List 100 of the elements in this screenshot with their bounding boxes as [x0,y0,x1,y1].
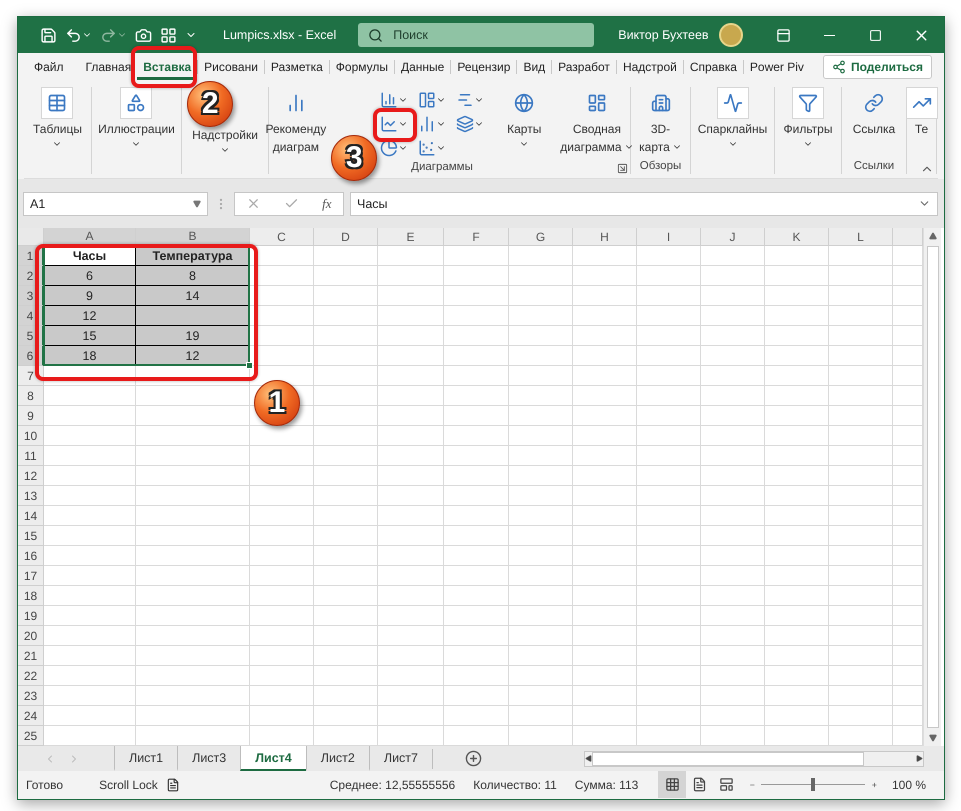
row-header[interactable]: 22 [18,666,44,686]
row-header[interactable]: 11 [18,446,44,466]
grid-icon [160,26,177,44]
status-count: Количество: 11 [473,778,557,792]
column-chart-icon [380,91,398,109]
ribbon-tab[interactable]: Power Piv [744,54,810,80]
search-field[interactable]: Поиск [358,23,594,47]
step-badge: 3 [331,135,378,181]
zoom-level[interactable]: 100 % [892,778,926,792]
ribbon-button[interactable]: Карты [496,87,552,149]
scrollbar-thumb[interactable] [592,752,864,766]
horizontal-scrollbar[interactable] [584,750,924,766]
callout-frame [373,108,418,142]
formula-field[interactable]: Часы [350,192,938,216]
filter-icon [798,93,818,113]
status-text: Scroll Lock [99,778,158,792]
ribbon-tab[interactable]: Данные [395,54,450,80]
zoom-thumb[interactable] [811,778,816,791]
column-header[interactable]: F [444,228,509,246]
plus-icon [464,750,482,767]
ribbon-tab[interactable]: Надстрой [616,54,683,80]
group-label: Обзоры [640,160,682,174]
table-cell: 8 [136,266,250,286]
right-arrow-icon [916,755,923,762]
ribbon-button[interactable]: Спарклайны [694,87,772,149]
table-cell: 19 [136,326,250,346]
row-header[interactable]: 9 [18,406,44,426]
row-header[interactable]: 20 [18,626,44,646]
ribbon-tab[interactable]: Разметка [264,54,329,80]
row-header[interactable]: 15 [18,526,44,546]
sheet-tab[interactable]: Лист4 [240,746,306,771]
layers-icon [456,115,474,133]
ribbon-tab[interactable]: Рисовани [198,54,264,80]
ribbon-button[interactable]: Иллюстрации [94,87,179,149]
panel-icon [776,28,790,42]
link-icon [864,93,884,113]
ribbon-tab[interactable]: Разработ [552,54,616,80]
vertical-scrollbar[interactable] [923,228,941,746]
ribbon-tab[interactable]: Вид [517,54,552,80]
maximize-icon [868,28,882,42]
row-header[interactable]: 8 [18,386,44,406]
column-header[interactable]: I [637,228,701,246]
column-header[interactable]: G [509,228,573,246]
sheet-tab[interactable]: Лист1 [114,746,178,771]
row-header[interactable]: 13 [18,486,44,506]
row-header[interactable]: 24 [18,706,44,726]
row-header[interactable]: 25 [18,726,44,746]
dialog-launcher-icon[interactable] [617,162,628,174]
status-sum: Сумма: 113 [574,778,638,792]
ribbon-button[interactable]: Таблицы [28,87,86,149]
ribbon-button[interactable]: Ссылка [846,87,902,137]
row-header[interactable]: 17 [18,566,44,586]
column-header[interactable]: D [314,228,378,246]
ribbon-button[interactable]: Надстройки [188,127,262,155]
row-header[interactable]: 14 [18,506,44,526]
name-box[interactable]: A1 [23,192,208,216]
row-header[interactable]: 19 [18,606,44,626]
row-header[interactable]: 16 [18,546,44,566]
building-icon [650,93,670,113]
scrollbar-thumb[interactable] [926,246,938,728]
row-header[interactable]: 10 [18,426,44,446]
ribbon-tab[interactable]: Формулы [330,54,394,80]
column-header[interactable]: H [573,228,637,246]
column-header[interactable]: L [829,228,893,246]
row-header[interactable]: 21 [18,646,44,666]
camera-icon [135,26,152,44]
share-button[interactable]: Поделиться [822,55,932,79]
save-icon [40,26,57,44]
row-header[interactable]: 23 [18,686,44,706]
insert-function-button[interactable]: fx [322,196,332,212]
undo-icon [65,26,82,44]
row-header[interactable]: 12 [18,466,44,486]
panels-icon [418,91,436,109]
ribbon-button[interactable]: Фильтры [780,87,836,149]
table-cell: 14 [136,286,250,306]
table-cell: 9 [44,286,136,306]
gantt-icon [456,91,474,109]
select-all-corner[interactable] [18,228,44,246]
left-arrow-icon [585,755,592,762]
column-header[interactable]: E [378,228,444,246]
table-cell: 6 [44,266,136,286]
ribbon-tab[interactable]: Файл [28,54,70,80]
ribbon-tab[interactable]: Справка [684,54,743,80]
fill-handle[interactable] [246,362,253,369]
avatar[interactable] [718,23,743,47]
column-header[interactable]: C [250,228,314,246]
sheet-tab[interactable]: Лист2 [306,746,369,771]
ribbon-button[interactable]: Рекоменду диаграм [261,87,330,155]
view-button[interactable] [658,771,686,798]
line-chart-icon [380,115,398,133]
column-header[interactable]: J [701,228,765,246]
page-icon [692,777,708,792]
ribbon-tab[interactable]: Рецензир [451,54,516,80]
column-header[interactable]: K [765,228,829,246]
down-arrow-icon [928,734,936,742]
ribbon-tab[interactable]: Главная [80,54,138,80]
row-header[interactable]: 18 [18,586,44,606]
group-label: Диаграммы [411,161,473,175]
dashboard-icon [586,93,607,113]
minimize-icon [824,34,834,36]
